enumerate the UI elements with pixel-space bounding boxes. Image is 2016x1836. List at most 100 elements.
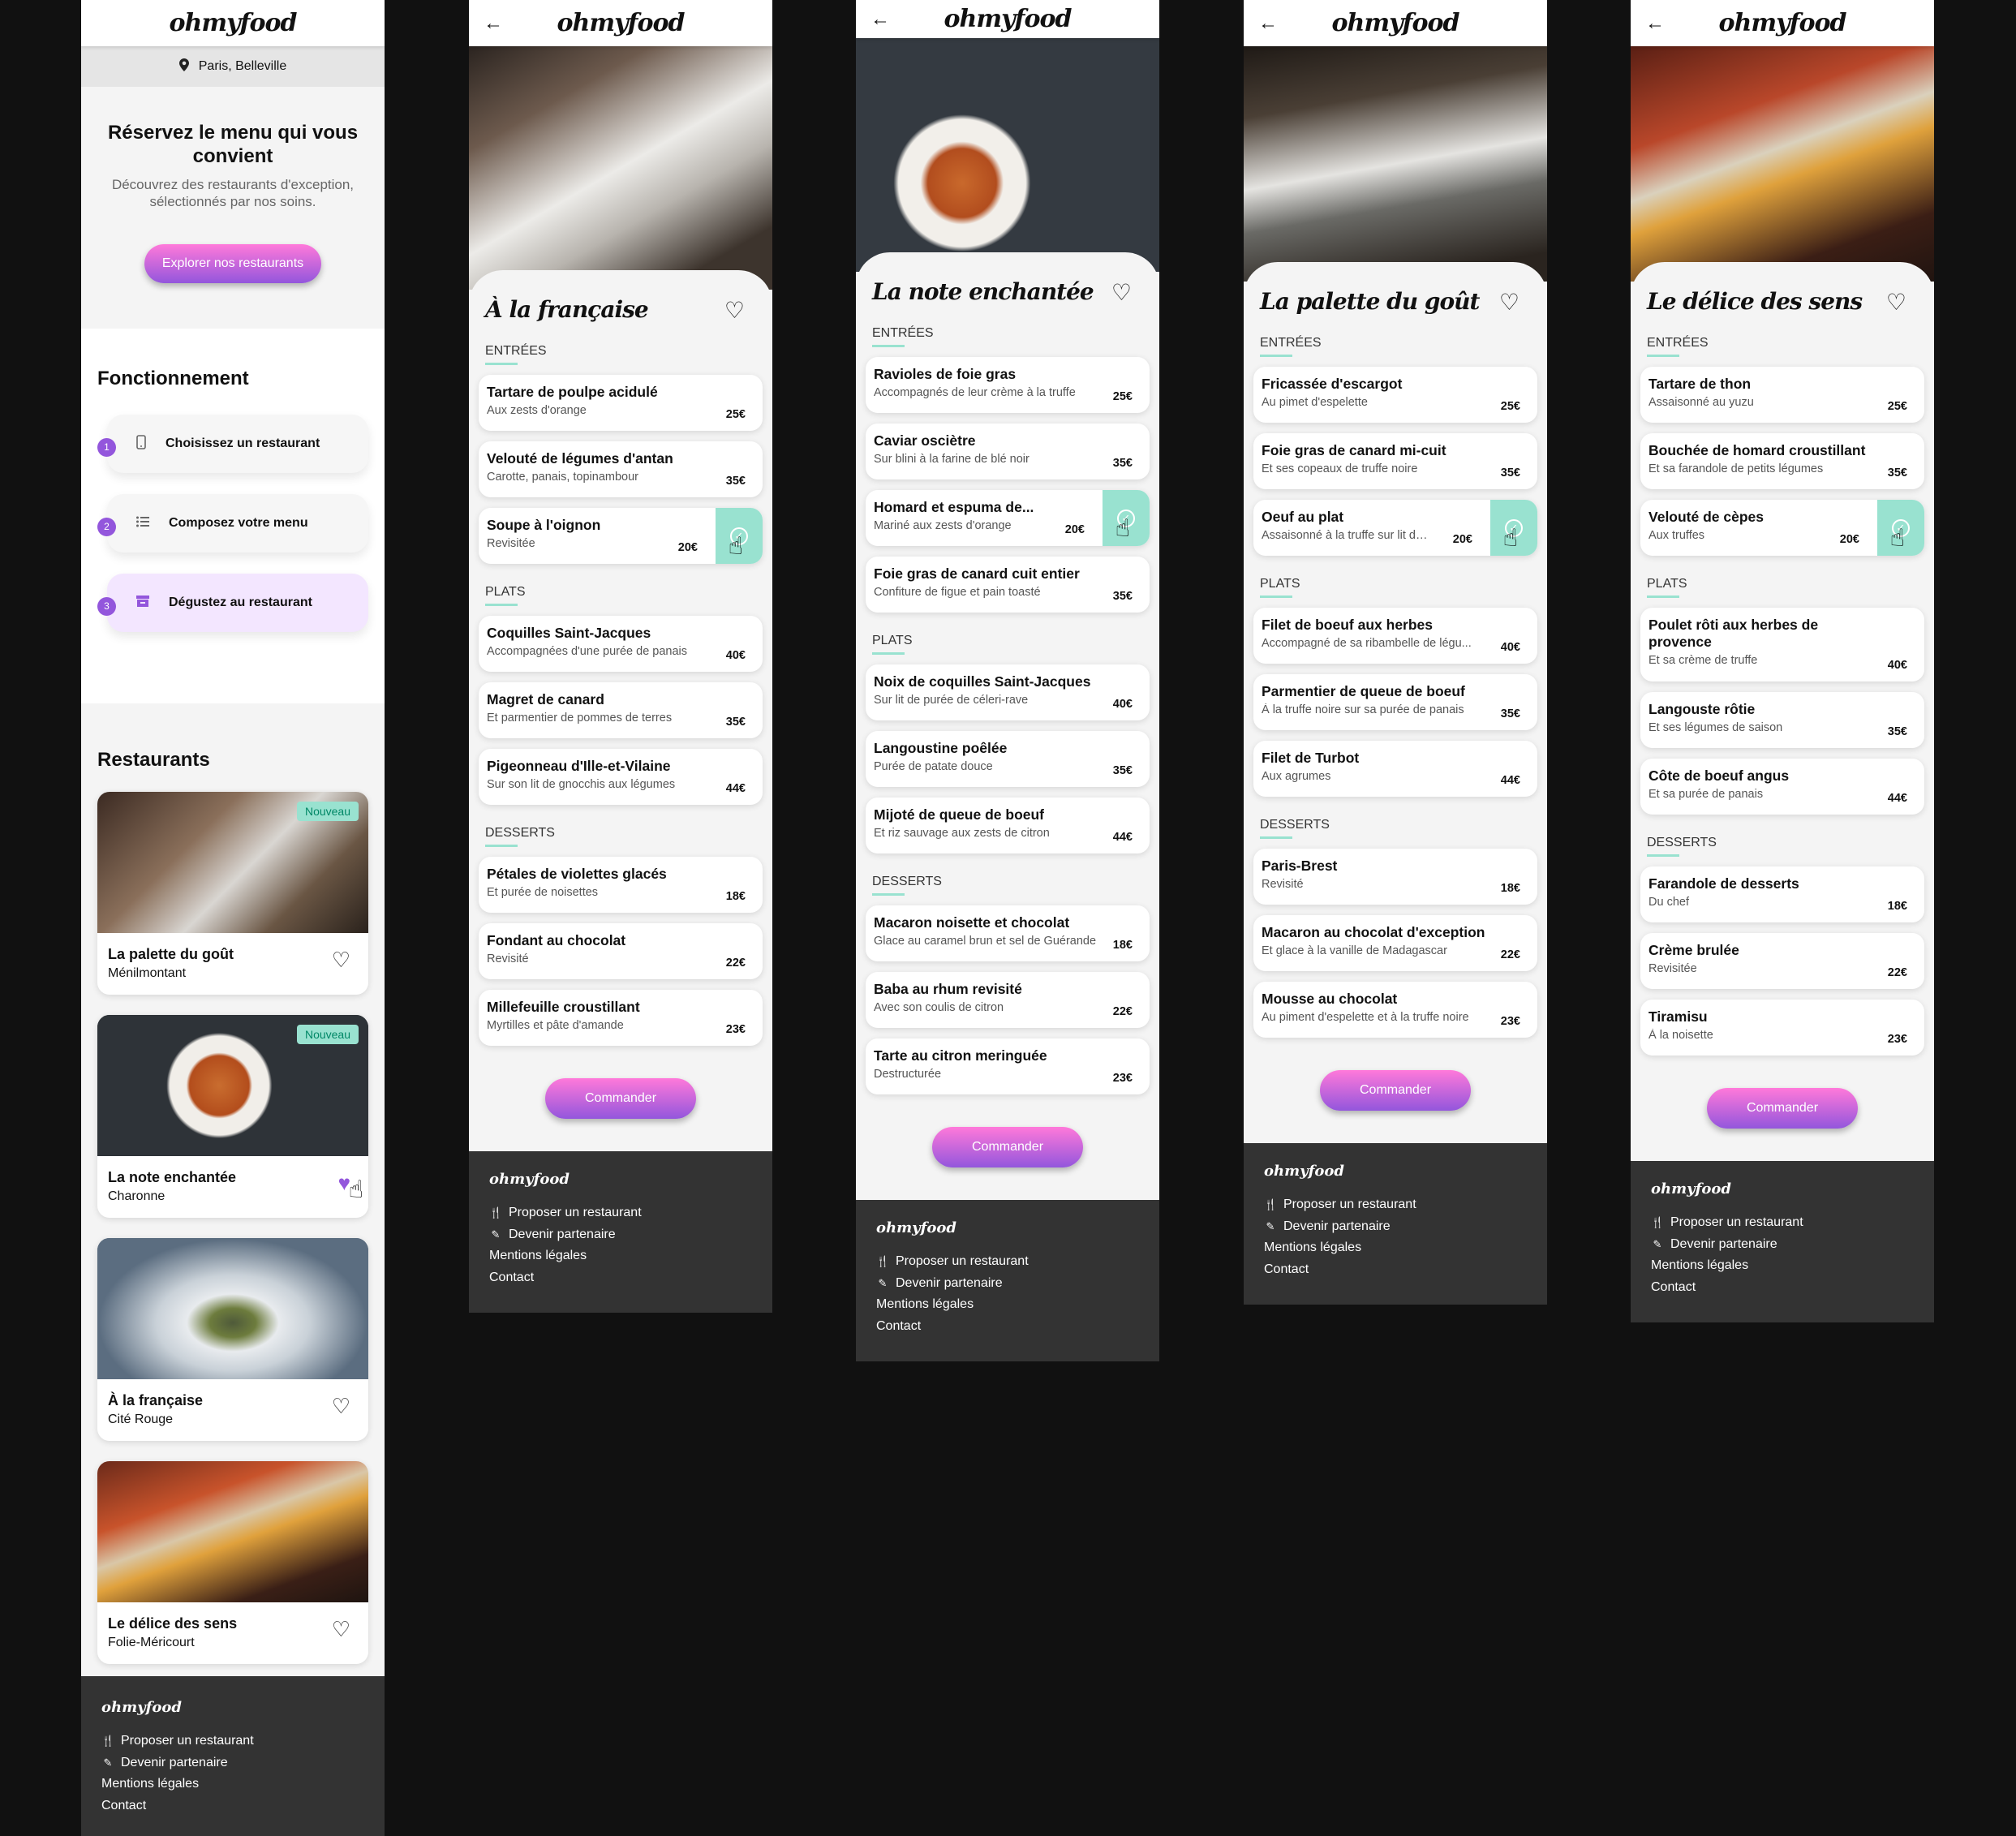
footer-link-partner[interactable]: ✎ Devenir partenaire: [1651, 1234, 1914, 1256]
dish-card[interactable]: Macaron au chocolat d'exception Et glace…: [1253, 915, 1537, 971]
dish-card[interactable]: Langouste rôtie Et ses légumes de saison…: [1640, 692, 1924, 748]
arrow-left-icon[interactable]: ←: [870, 9, 890, 29]
location-bar[interactable]: Paris, Belleville: [81, 46, 385, 87]
dish-description: Mariné aux zests d'orange: [874, 519, 1012, 532]
heart-icon[interactable]: ♡: [724, 299, 745, 322]
dish-card[interactable]: Fondant au chocolat Revisité 22€: [479, 923, 763, 979]
dish-card[interactable]: Langoustine poêlée Purée de patate douce…: [866, 731, 1150, 787]
footer-link-legal[interactable]: Mentions légales: [489, 1245, 752, 1267]
heart-icon[interactable]: ♡: [332, 949, 350, 970]
dish-card[interactable]: Foie gras de canard mi-cuit Et ses copea…: [1253, 433, 1537, 489]
logo[interactable]: ohmyfood: [170, 9, 298, 37]
dish-card[interactable]: Bouchée de homard croustillant Et sa far…: [1640, 433, 1924, 489]
order-button[interactable]: Commander: [1320, 1070, 1471, 1111]
dish-card[interactable]: Tarte au citron meringuée Destructurée 2…: [866, 1038, 1150, 1094]
footer-link-propose[interactable]: 🍴 Proposer un restaurant: [489, 1202, 752, 1224]
explore-button[interactable]: Explorer nos restaurants: [144, 244, 321, 283]
menu-section-title: Plats: [1647, 577, 1918, 598]
footer-logo[interactable]: ohmyfood: [1651, 1180, 1914, 1197]
footer-link-partner[interactable]: ✎ Devenir partenaire: [1264, 1216, 1527, 1238]
heart-icon[interactable]: ♡: [1499, 291, 1520, 314]
dish-card[interactable]: Ravioles de foie gras Accompagnés de leu…: [866, 357, 1150, 413]
logo[interactable]: ohmyfood: [1719, 9, 1847, 37]
dish-card[interactable]: Mousse au chocolat Au piment d'espelette…: [1253, 982, 1537, 1038]
arrow-left-icon[interactable]: ←: [1258, 13, 1278, 33]
dish-price: 18€: [1887, 900, 1907, 913]
dish-card[interactable]: Velouté de légumes d'antan Carotte, pana…: [479, 441, 763, 497]
dish-card[interactable]: Tartare de poulpe acidulé Aux zests d'or…: [479, 375, 763, 431]
dish-card[interactable]: Pigeonneau d'Ille-et-Vilaine Sur son lit…: [479, 749, 763, 805]
footer-logo[interactable]: ohmyfood: [489, 1171, 752, 1188]
footer-logo[interactable]: ohmyfood: [1264, 1163, 1527, 1180]
dish-card[interactable]: Soupe à l'oignon Revisitée 20€ ✓: [479, 508, 763, 564]
footer-link-propose[interactable]: 🍴 Proposer un restaurant: [101, 1731, 364, 1752]
restaurant-card[interactable]: Le délice des sens Folie-Méricourt ♡: [97, 1461, 368, 1664]
footer-link-partner[interactable]: ✎ Devenir partenaire: [876, 1273, 1139, 1295]
dish-price: 22€: [1500, 948, 1520, 961]
footer-link-contact[interactable]: Contact: [1651, 1277, 1914, 1299]
step-label: Composez votre menu: [169, 516, 308, 530]
footer-link-legal[interactable]: Mentions légales: [101, 1774, 364, 1795]
dish-card[interactable]: Filet de Turbot Aux agrumes 44€: [1253, 741, 1537, 797]
restaurant-card[interactable]: Nouveau La palette du goût Ménilmontant …: [97, 792, 368, 995]
footer-link-contact[interactable]: Contact: [1264, 1259, 1527, 1281]
dish-card[interactable]: Tiramisu À la noisette 23€: [1640, 1000, 1924, 1056]
dish-price: 20€: [1839, 533, 1859, 546]
restaurant-area: Ménilmontant: [108, 966, 187, 980]
dish-card[interactable]: Coquilles Saint-Jacques Accompagnées d'u…: [479, 616, 763, 672]
footer-link-legal[interactable]: Mentions légales: [1264, 1237, 1527, 1259]
dish-card[interactable]: Côte de boeuf angus Et sa purée de panai…: [1640, 759, 1924, 815]
footer-logo[interactable]: ohmyfood: [101, 1699, 364, 1716]
footer-link-contact[interactable]: Contact: [489, 1267, 752, 1289]
logo[interactable]: ohmyfood: [944, 5, 1072, 33]
dish-card[interactable]: Filet de boeuf aux herbes Accompagné de …: [1253, 608, 1537, 664]
dish-description: Myrtilles et pâte d'amande: [487, 1019, 624, 1032]
footer-link-propose[interactable]: 🍴 Proposer un restaurant: [1651, 1212, 1914, 1234]
restaurant-card[interactable]: Nouveau La note enchantée Charonne ♥ ☝: [97, 1015, 368, 1218]
dish-card[interactable]: Baba au rhum revisité Avec son coulis de…: [866, 972, 1150, 1028]
heart-icon[interactable]: ♡: [1886, 291, 1906, 314]
dish-card[interactable]: Poulet rôti aux herbes de provence Et sa…: [1640, 608, 1924, 682]
dish-card[interactable]: Mijoté de queue de boeuf Et riz sauvage …: [866, 798, 1150, 854]
menu-section-title: Entrées: [1260, 336, 1531, 357]
footer-link-propose[interactable]: 🍴 Proposer un restaurant: [876, 1251, 1139, 1273]
dish-price: 23€: [1887, 1033, 1907, 1046]
order-button[interactable]: Commander: [932, 1127, 1083, 1167]
dish-card[interactable]: Homard et espuma de... Mariné aux zests …: [866, 490, 1150, 546]
arrow-left-icon[interactable]: ←: [484, 13, 503, 33]
heart-icon[interactable]: ♡: [1111, 282, 1132, 304]
footer-logo[interactable]: ohmyfood: [876, 1219, 1139, 1236]
footer-link-contact[interactable]: Contact: [876, 1316, 1139, 1338]
heart-icon[interactable]: ♡: [332, 1619, 350, 1640]
dish-card[interactable]: Foie gras de canard cuit entier Confitur…: [866, 557, 1150, 613]
logo[interactable]: ohmyfood: [1332, 9, 1460, 37]
dish-card[interactable]: Tartare de thon Assaisonné au yuzu 25€: [1640, 367, 1924, 423]
dish-card[interactable]: Fricassée d'escargot Au pimet d'espelett…: [1253, 367, 1537, 423]
restaurant-card[interactable]: À la française Cité Rouge ♡: [97, 1238, 368, 1441]
heart-icon[interactable]: ♡: [332, 1395, 350, 1417]
footer-link-partner[interactable]: ✎ Devenir partenaire: [101, 1752, 364, 1774]
footer-link-legal[interactable]: Mentions légales: [1651, 1255, 1914, 1277]
footer-link-contact[interactable]: Contact: [101, 1795, 364, 1817]
dish-card[interactable]: Caviar osciètre Sur blini à la farine de…: [866, 424, 1150, 479]
footer-link-propose[interactable]: 🍴 Proposer un restaurant: [1264, 1194, 1527, 1216]
dish-description: Aux agrumes: [1262, 770, 1331, 783]
dish-card[interactable]: Millefeuille croustillant Myrtilles et p…: [479, 990, 763, 1046]
dish-card[interactable]: Macaron noisette et chocolat Glace au ca…: [866, 905, 1150, 961]
dish-card[interactable]: Paris-Brest Revisité 18€: [1253, 849, 1537, 905]
order-button[interactable]: Commander: [1707, 1088, 1858, 1129]
logo[interactable]: ohmyfood: [557, 9, 686, 37]
dish-card[interactable]: Velouté de cèpes Aux truffes 20€ ✓: [1640, 500, 1924, 556]
dish-card[interactable]: Noix de coquilles Saint-Jacques Sur lit …: [866, 664, 1150, 720]
dish-card[interactable]: Crème brulée Revisitée 22€: [1640, 933, 1924, 989]
dish-card[interactable]: Oeuf au plat Assaisonné à la truffe sur …: [1253, 500, 1537, 556]
dish-card[interactable]: Pétales de violettes glacés Et purée de …: [479, 857, 763, 913]
dish-card[interactable]: Farandole de desserts Du chef 18€: [1640, 866, 1924, 922]
dish-card[interactable]: Parmentier de queue de boeuf À la truffe…: [1253, 674, 1537, 730]
footer-link-legal[interactable]: Mentions légales: [876, 1294, 1139, 1316]
order-button[interactable]: Commander: [545, 1078, 696, 1119]
footer-link-partner[interactable]: ✎ Devenir partenaire: [489, 1224, 752, 1246]
dish-card[interactable]: Magret de canard Et parmentier de pommes…: [479, 682, 763, 738]
arrow-left-icon[interactable]: ←: [1645, 13, 1665, 33]
dish-description: Sur son lit de gnocchis aux légumes: [487, 778, 676, 791]
